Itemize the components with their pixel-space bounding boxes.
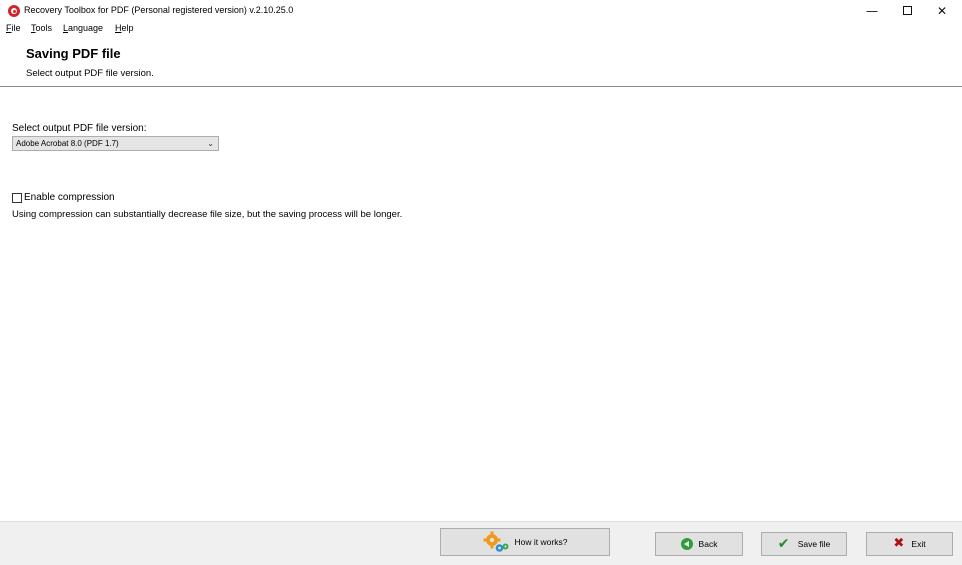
pdf-version-value: Adobe Acrobat 8.0 (PDF 1.7): [16, 139, 119, 148]
wizard-header: Saving PDF file Select output PDF file v…: [0, 37, 962, 87]
maximize-button[interactable]: [890, 0, 924, 22]
pdf-version-select[interactable]: Adobe Acrobat 8.0 (PDF 1.7) ⌄: [12, 136, 219, 151]
menu-language-label: anguage: [68, 23, 104, 33]
menu-tools[interactable]: Tools: [31, 23, 52, 33]
main-content: Select output PDF file version: Adobe Ac…: [0, 88, 962, 520]
enable-compression-label[interactable]: Enable compression: [24, 192, 115, 203]
back-arrow-icon: [680, 538, 693, 550]
save-file-label: Save file: [797, 539, 831, 549]
menu-tools-label: ools: [35, 23, 53, 33]
enable-compression-checkbox[interactable]: [12, 193, 22, 203]
menu-help-label: elp: [121, 23, 134, 33]
title-bar: Recovery Toolbox for PDF (Personal regis…: [0, 0, 962, 22]
menu-language[interactable]: Language: [63, 23, 103, 33]
page-title: Saving PDF file: [26, 46, 121, 61]
window-title: Recovery Toolbox for PDF (Personal regis…: [24, 5, 294, 15]
page-subtitle: Select output PDF file version.: [26, 68, 154, 79]
close-button[interactable]: ✕: [925, 0, 959, 22]
back-label: Back: [698, 539, 718, 549]
gears-icon: [483, 531, 509, 553]
version-label: Select output PDF file version:: [12, 123, 147, 134]
minimize-button[interactable]: —: [855, 0, 889, 22]
menu-help[interactable]: Help: [115, 23, 134, 33]
menu-file[interactable]: File: [6, 23, 21, 33]
checkmark-icon: ✔: [777, 536, 790, 552]
chevron-down-icon: ⌄: [207, 139, 214, 148]
how-it-works-label: How it works?: [514, 537, 568, 547]
button-bar: How it works? Back ✔ Save file ✖ Exit: [0, 521, 962, 565]
save-file-button[interactable]: ✔ Save file: [761, 532, 847, 556]
menu-file-label: ile: [11, 23, 21, 33]
exit-button[interactable]: ✖ Exit: [866, 532, 953, 556]
menu-bar: File Tools Language Help: [0, 22, 962, 36]
back-button[interactable]: Back: [655, 532, 743, 556]
x-icon: ✖: [893, 536, 905, 551]
how-it-works-button[interactable]: How it works?: [440, 528, 610, 556]
app-logo-icon: [8, 5, 20, 17]
compression-description: Using compression can substantially decr…: [12, 209, 403, 220]
exit-label: Exit: [911, 539, 926, 549]
maximize-icon: [902, 6, 912, 15]
